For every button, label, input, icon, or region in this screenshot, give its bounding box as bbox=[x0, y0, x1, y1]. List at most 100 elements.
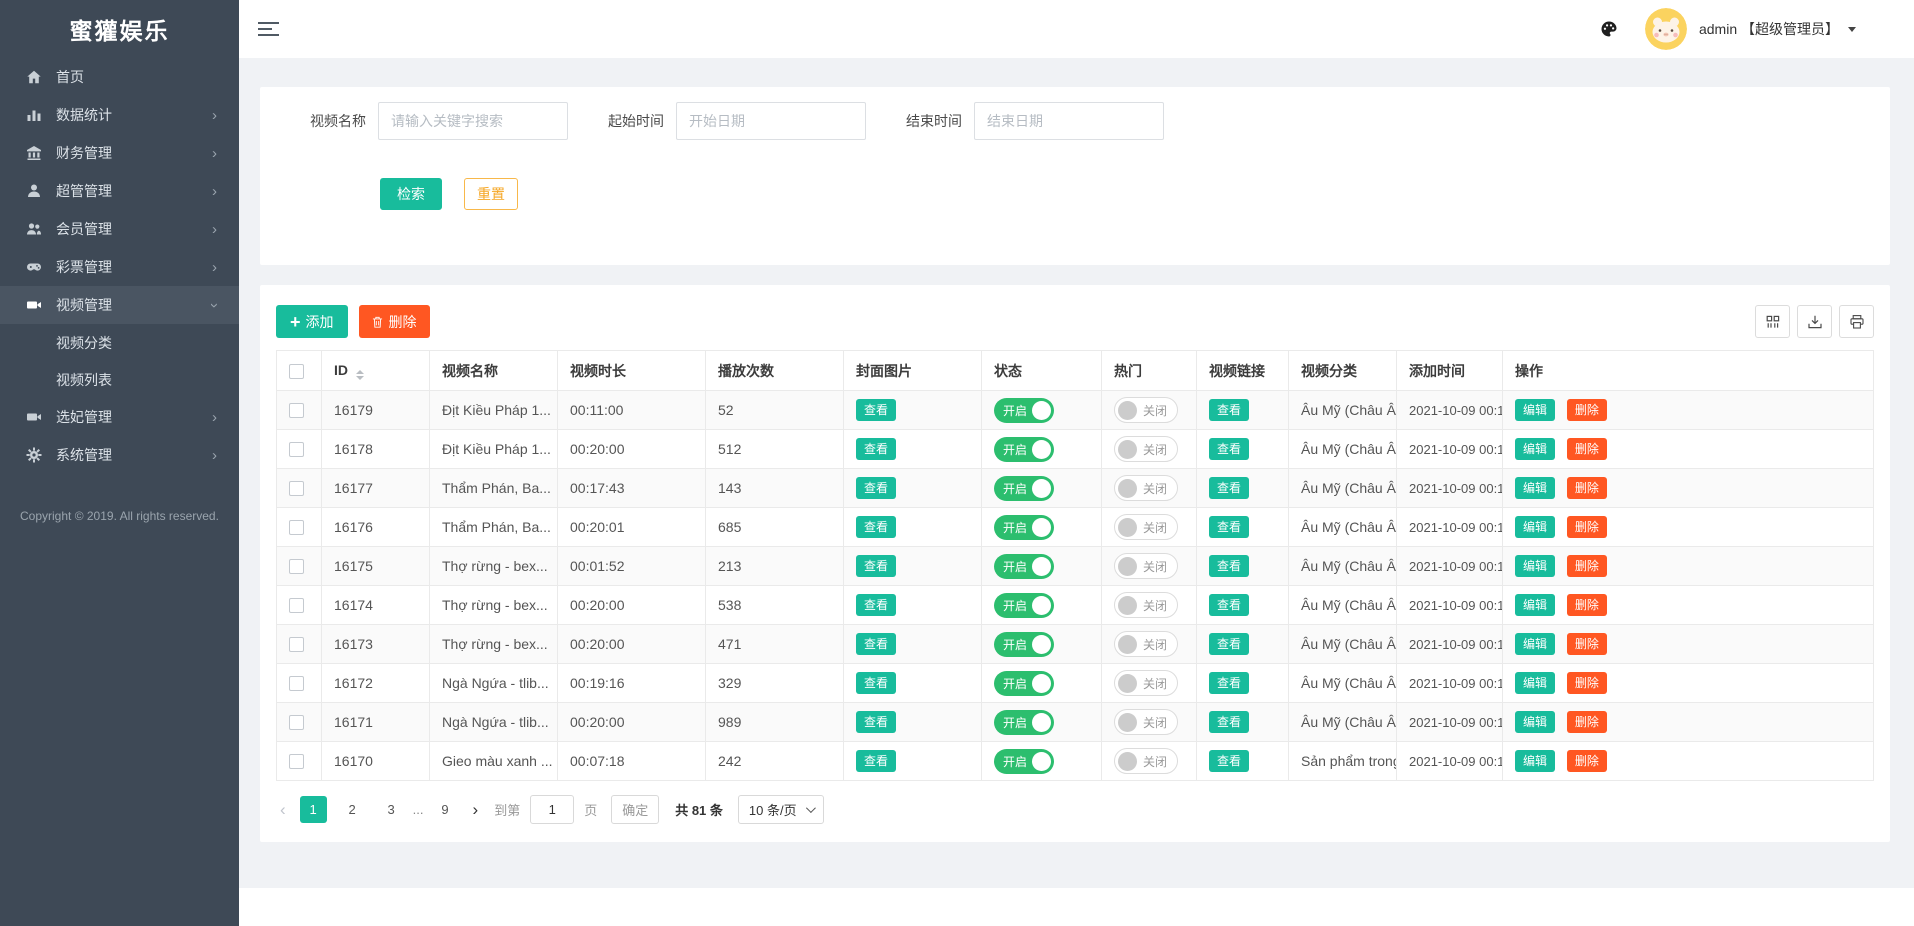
edit-button[interactable]: 编辑 bbox=[1515, 399, 1555, 421]
status-toggle-on[interactable]: 开启 bbox=[994, 515, 1054, 540]
hot-toggle-off[interactable]: 关闭 bbox=[1114, 631, 1178, 657]
page-button-3[interactable]: 3 bbox=[378, 796, 405, 823]
view-cover-button[interactable]: 查看 bbox=[856, 750, 896, 772]
status-toggle-on[interactable]: 开启 bbox=[994, 710, 1054, 735]
status-toggle-on[interactable]: 开启 bbox=[994, 632, 1054, 657]
edit-button[interactable]: 编辑 bbox=[1515, 516, 1555, 538]
reset-button[interactable]: 重置 bbox=[464, 178, 518, 210]
row-checkbox[interactable] bbox=[289, 637, 304, 652]
bulk-delete-button[interactable]: 删除 bbox=[359, 305, 430, 338]
hot-toggle-off[interactable]: 关闭 bbox=[1114, 553, 1178, 579]
edit-button[interactable]: 编辑 bbox=[1515, 711, 1555, 733]
toggle-columns-button[interactable] bbox=[1755, 305, 1790, 338]
view-cover-button[interactable]: 查看 bbox=[856, 438, 896, 460]
page-button-9[interactable]: 9 bbox=[432, 796, 459, 823]
hot-toggle-off[interactable]: 关闭 bbox=[1114, 748, 1178, 774]
sidebar-item-home[interactable]: 首页 bbox=[0, 58, 239, 96]
row-checkbox[interactable] bbox=[289, 442, 304, 457]
video-name-input[interactable] bbox=[378, 102, 568, 140]
view-link-button[interactable]: 查看 bbox=[1209, 516, 1249, 538]
view-cover-button[interactable]: 查看 bbox=[856, 594, 896, 616]
print-button[interactable] bbox=[1839, 305, 1874, 338]
status-toggle-on[interactable]: 开启 bbox=[994, 749, 1054, 774]
row-checkbox[interactable] bbox=[289, 754, 304, 769]
hot-toggle-off[interactable]: 关闭 bbox=[1114, 475, 1178, 501]
sort-icon[interactable] bbox=[356, 370, 364, 380]
edit-button[interactable]: 编辑 bbox=[1515, 594, 1555, 616]
view-link-button[interactable]: 查看 bbox=[1209, 594, 1249, 616]
status-toggle-on[interactable]: 开启 bbox=[994, 671, 1054, 696]
view-link-button[interactable]: 查看 bbox=[1209, 672, 1249, 694]
view-link-button[interactable]: 查看 bbox=[1209, 399, 1249, 421]
edit-button[interactable]: 编辑 bbox=[1515, 477, 1555, 499]
hot-toggle-off[interactable]: 关闭 bbox=[1114, 670, 1178, 696]
user-dropdown[interactable]: admin 【超级管理员】 bbox=[1699, 19, 1856, 39]
delete-row-button[interactable]: 删除 bbox=[1567, 711, 1607, 733]
view-cover-button[interactable]: 查看 bbox=[856, 555, 896, 577]
delete-row-button[interactable]: 删除 bbox=[1567, 555, 1607, 577]
prev-page-button[interactable]: ‹ bbox=[280, 800, 286, 820]
delete-row-button[interactable]: 删除 bbox=[1567, 672, 1607, 694]
sidebar-subitem-video-list[interactable]: 视频列表 bbox=[0, 361, 239, 398]
view-link-button[interactable]: 查看 bbox=[1209, 477, 1249, 499]
hot-toggle-off[interactable]: 关闭 bbox=[1114, 397, 1178, 423]
view-link-button[interactable]: 查看 bbox=[1209, 438, 1249, 460]
search-button[interactable]: 检索 bbox=[380, 178, 442, 210]
view-cover-button[interactable]: 查看 bbox=[856, 399, 896, 421]
next-page-button[interactable]: › bbox=[473, 800, 479, 820]
view-cover-button[interactable]: 查看 bbox=[856, 633, 896, 655]
edit-button[interactable]: 编辑 bbox=[1515, 750, 1555, 772]
sidebar-subitem-video-category[interactable]: 视频分类 bbox=[0, 324, 239, 361]
page-button-2[interactable]: 2 bbox=[339, 796, 366, 823]
status-toggle-on[interactable]: 开启 bbox=[994, 398, 1054, 423]
edit-button[interactable]: 编辑 bbox=[1515, 633, 1555, 655]
row-checkbox[interactable] bbox=[289, 715, 304, 730]
sidebar-item-concubine-management[interactable]: 选妃管理 › bbox=[0, 398, 239, 436]
goto-page-input[interactable] bbox=[530, 795, 574, 824]
start-date-input[interactable] bbox=[676, 102, 866, 140]
row-checkbox[interactable] bbox=[289, 520, 304, 535]
page-button-1[interactable]: 1 bbox=[300, 796, 327, 823]
goto-confirm-button[interactable]: 确定 bbox=[611, 795, 659, 824]
view-link-button[interactable]: 查看 bbox=[1209, 750, 1249, 772]
sidebar-item-finance[interactable]: 财务管理 › bbox=[0, 134, 239, 172]
delete-row-button[interactable]: 删除 bbox=[1567, 516, 1607, 538]
hot-toggle-off[interactable]: 关闭 bbox=[1114, 436, 1178, 462]
user-avatar[interactable] bbox=[1645, 8, 1687, 50]
sidebar-item-lottery[interactable]: 彩票管理 › bbox=[0, 248, 239, 286]
end-date-input[interactable] bbox=[974, 102, 1164, 140]
status-toggle-on[interactable]: 开启 bbox=[994, 593, 1054, 618]
view-link-button[interactable]: 查看 bbox=[1209, 711, 1249, 733]
delete-row-button[interactable]: 删除 bbox=[1567, 477, 1607, 499]
add-button[interactable]: + 添加 bbox=[276, 305, 348, 338]
edit-button[interactable]: 编辑 bbox=[1515, 438, 1555, 460]
sidebar-item-video-management[interactable]: 视频管理 › bbox=[0, 286, 239, 324]
view-cover-button[interactable]: 查看 bbox=[856, 672, 896, 694]
hot-toggle-off[interactable]: 关闭 bbox=[1114, 709, 1178, 735]
sidebar-item-superadmin[interactable]: 超管管理 › bbox=[0, 172, 239, 210]
view-cover-button[interactable]: 查看 bbox=[856, 477, 896, 499]
hot-toggle-off[interactable]: 关闭 bbox=[1114, 592, 1178, 618]
hot-toggle-off[interactable]: 关闭 bbox=[1114, 514, 1178, 540]
view-link-button[interactable]: 查看 bbox=[1209, 555, 1249, 577]
row-checkbox[interactable] bbox=[289, 403, 304, 418]
delete-row-button[interactable]: 删除 bbox=[1567, 399, 1607, 421]
page-size-select[interactable]: 10 条/页 bbox=[738, 795, 824, 824]
sidebar-item-system[interactable]: 系统管理 › bbox=[0, 436, 239, 474]
hamburger-menu-icon[interactable] bbox=[258, 18, 279, 40]
sidebar-item-members[interactable]: 会员管理 › bbox=[0, 210, 239, 248]
row-checkbox[interactable] bbox=[289, 676, 304, 691]
edit-button[interactable]: 编辑 bbox=[1515, 672, 1555, 694]
theme-palette-icon[interactable] bbox=[1600, 20, 1618, 38]
row-checkbox[interactable] bbox=[289, 559, 304, 574]
export-button[interactable] bbox=[1797, 305, 1832, 338]
status-toggle-on[interactable]: 开启 bbox=[994, 437, 1054, 462]
delete-row-button[interactable]: 删除 bbox=[1567, 633, 1607, 655]
delete-row-button[interactable]: 删除 bbox=[1567, 750, 1607, 772]
status-toggle-on[interactable]: 开启 bbox=[994, 476, 1054, 501]
view-cover-button[interactable]: 查看 bbox=[856, 516, 896, 538]
status-toggle-on[interactable]: 开启 bbox=[994, 554, 1054, 579]
row-checkbox[interactable] bbox=[289, 598, 304, 613]
delete-row-button[interactable]: 删除 bbox=[1567, 594, 1607, 616]
sidebar-item-statistics[interactable]: 数据统计 › bbox=[0, 96, 239, 134]
